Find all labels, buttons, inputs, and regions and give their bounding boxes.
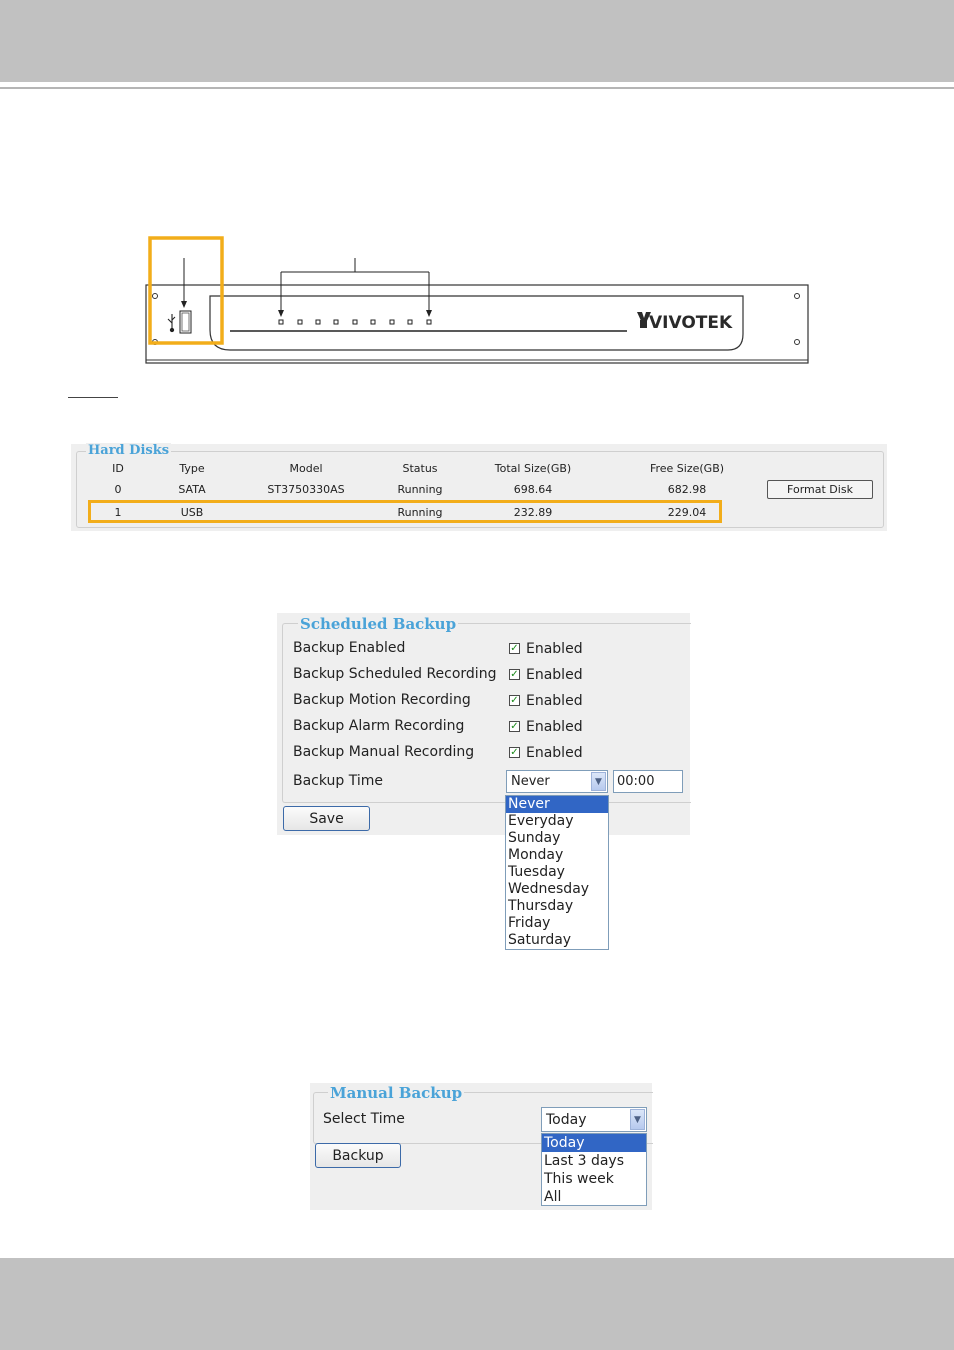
column-header-free-size: Free Size(GB) [649, 462, 725, 475]
select-time-select-value: Today [546, 1112, 587, 1128]
chevron-down-icon[interactable]: ▼ [591, 772, 606, 791]
table-cell-type: SATA [178, 483, 206, 496]
checkbox-label: Enabled [526, 641, 583, 657]
backup-motion-recording-checkbox[interactable]: ✓ [509, 695, 520, 706]
table-cell-status: Running [397, 483, 443, 496]
dropdown-option-all[interactable]: All [542, 1188, 646, 1206]
dropdown-option-friday[interactable]: Friday [506, 915, 608, 932]
header-band [0, 0, 954, 82]
dropdown-option-today[interactable]: Today [542, 1134, 646, 1152]
backup-enabled-checkbox[interactable]: ✓ [509, 643, 520, 654]
footer-band [0, 1258, 954, 1350]
dropdown-option-last-3-days[interactable]: Last 3 days [542, 1152, 646, 1170]
backup-time-dropdown-list[interactable]: Never Everyday Sunday Monday Tuesday Wed… [505, 795, 609, 950]
backup-time-input[interactable]: 00:00 [613, 770, 683, 793]
checkbox-label: Enabled [526, 693, 583, 709]
select-time-label: Select Time [323, 1111, 405, 1127]
scheduled-backup-legend: Scheduled Backup [298, 615, 459, 633]
backup-motion-recording-label: Backup Motion Recording [293, 692, 471, 708]
backup-alarm-recording-checkbox[interactable]: ✓ [509, 721, 520, 732]
backup-scheduled-recording-checkbox[interactable]: ✓ [509, 669, 520, 680]
backup-enabled-label: Backup Enabled [293, 640, 406, 656]
dropdown-option-monday[interactable]: Monday [506, 847, 608, 864]
column-header-model: Model [289, 462, 323, 475]
dropdown-option-wednesday[interactable]: Wednesday [506, 881, 608, 898]
backup-manual-recording-label: Backup Manual Recording [293, 744, 475, 760]
backup-scheduled-recording-label: Backup Scheduled Recording [293, 666, 497, 682]
backup-time-select-value: Never [511, 774, 550, 789]
backup-manual-recording-checkbox[interactable]: ✓ [509, 747, 520, 758]
checkbox-label: Enabled [526, 745, 583, 761]
dropdown-option-never[interactable]: Never [506, 796, 608, 813]
format-disk-button[interactable]: Format Disk [767, 480, 873, 499]
header-rule [0, 87, 954, 89]
brand-logo: VIVOTEK [649, 313, 733, 333]
dropdown-option-this-week[interactable]: This week [542, 1170, 646, 1188]
backup-time-label: Backup Time [293, 773, 384, 789]
column-header-id: ID [112, 462, 124, 475]
select-time-dropdown-list[interactable]: Today Last 3 days This week All [541, 1133, 647, 1206]
column-header-status: Status [402, 462, 438, 475]
select-time-select[interactable]: Today ▼ [541, 1107, 647, 1132]
column-header-type: Type [179, 462, 205, 475]
backup-time-input-value: 00:00 [617, 774, 655, 789]
table-cell-id: 0 [114, 483, 122, 496]
device-front-panel: VIVOTEK [145, 236, 809, 364]
table-cell-total-size: 698.64 [513, 483, 553, 496]
table-cell-model: ST3750330AS [267, 483, 345, 496]
led-indicators [278, 319, 432, 325]
backup-time-select[interactable]: Never ▼ [506, 770, 608, 793]
backup-alarm-recording-label: Backup Alarm Recording [293, 718, 465, 734]
checkbox-label: Enabled [526, 719, 583, 735]
dropdown-option-sunday[interactable]: Sunday [506, 830, 608, 847]
save-button[interactable]: Save [283, 806, 370, 831]
column-header-total-size: Total Size(GB) [494, 462, 572, 475]
manual-backup-legend: Manual Backup [328, 1084, 465, 1102]
hard-disks-legend: Hard Disks [86, 443, 172, 458]
dropdown-option-thursday[interactable]: Thursday [506, 898, 608, 915]
dropdown-option-tuesday[interactable]: Tuesday [506, 864, 608, 881]
backup-button[interactable]: Backup [315, 1143, 401, 1168]
caption-underline [68, 397, 118, 398]
dropdown-option-everyday[interactable]: Everyday [506, 813, 608, 830]
dropdown-option-saturday[interactable]: Saturday [506, 932, 608, 949]
checkbox-label: Enabled [526, 667, 583, 683]
chevron-down-icon[interactable]: ▼ [630, 1109, 645, 1130]
usb-row-highlight [88, 500, 722, 523]
table-cell-free-size: 682.98 [667, 483, 707, 496]
